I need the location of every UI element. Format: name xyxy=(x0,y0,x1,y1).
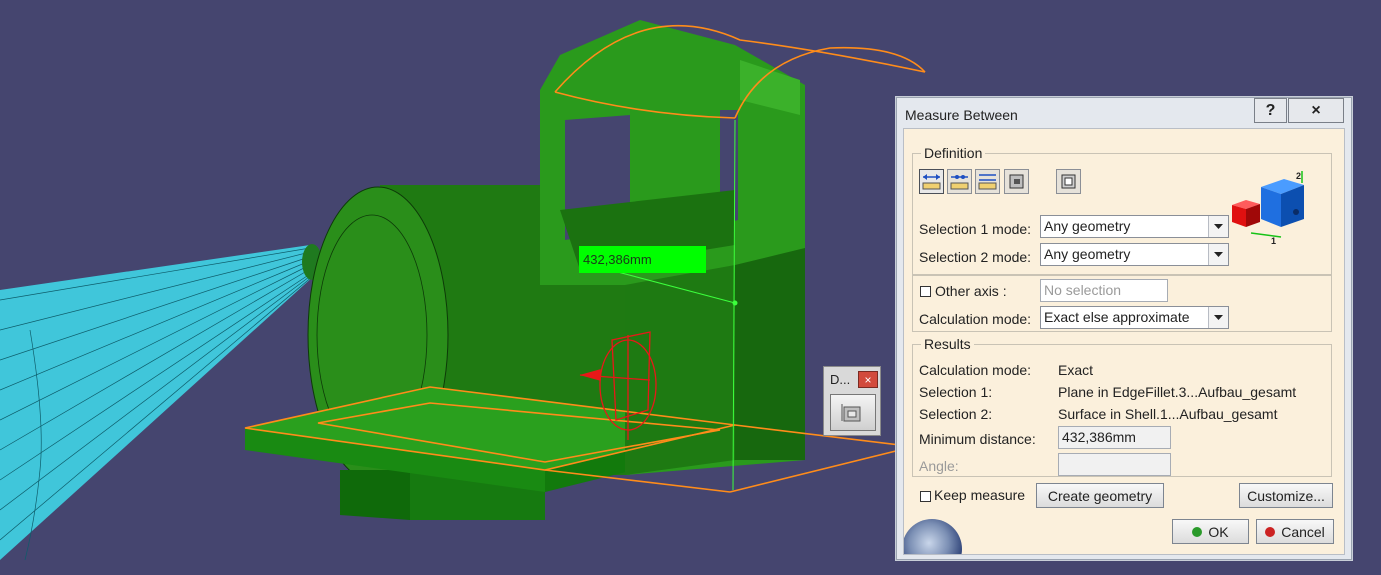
svg-text:2: 2 xyxy=(1296,171,1301,181)
other-axis-checkbox[interactable] xyxy=(920,286,931,297)
measure-tool-icon xyxy=(841,403,861,421)
chevron-down-icon[interactable] xyxy=(1208,216,1228,237)
cancel-label: Cancel xyxy=(1281,523,1325,540)
measure-item-mode-button[interactable] xyxy=(1004,169,1029,194)
measure-between-icon xyxy=(922,174,941,190)
measure-between-dialog[interactable]: Measure Between ? × Definition 2 1 Selec… xyxy=(896,97,1352,560)
measure-tool-button[interactable] xyxy=(830,394,876,431)
minimum-distance-field[interactable]: 432,386mm xyxy=(1058,426,1171,449)
customize-label: Customize... xyxy=(1247,487,1325,504)
measure-thickness-icon xyxy=(1061,174,1076,189)
calculation-mode-select[interactable]: Exact else approximate xyxy=(1040,306,1229,329)
dialog-title: Measure Between xyxy=(905,107,1018,123)
close-button[interactable]: × xyxy=(1288,98,1344,123)
selection1-mode-value: Any geometry xyxy=(1044,218,1131,234)
other-axis-field[interactable]: No selection xyxy=(1040,279,1168,302)
cancel-dot-icon xyxy=(1265,526,1276,537)
chevron-down-icon[interactable] xyxy=(1208,307,1228,328)
close-icon[interactable]: × xyxy=(858,371,878,388)
ok-button[interactable]: OK xyxy=(1172,519,1249,544)
help-button[interactable]: ? xyxy=(1254,98,1287,123)
selection2-mode-label: Selection 2 mode: xyxy=(919,249,1032,265)
other-axis-label: Other axis : xyxy=(935,283,1007,299)
result-selection2-value: Surface in Shell.1...Aufbau_gesamt xyxy=(1058,406,1278,422)
angle-field xyxy=(1058,453,1171,476)
definition-group-label: Definition xyxy=(921,145,986,161)
result-calc-mode-value: Exact xyxy=(1058,362,1094,378)
create-geometry-button[interactable]: Create geometry xyxy=(1036,483,1164,508)
ok-dot-icon xyxy=(1192,526,1203,537)
measure-chain-mode-button[interactable] xyxy=(947,169,972,194)
selection-cubes-icon: 2 1 xyxy=(1232,171,1304,246)
result-selection2-label: Selection 2: xyxy=(919,406,993,422)
results-group-label: Results xyxy=(921,336,974,352)
result-calc-mode-label: Calculation mode: xyxy=(919,362,1032,378)
measure-chain-icon xyxy=(950,175,969,190)
toolbar-title: D... xyxy=(830,372,851,387)
chevron-down-icon[interactable] xyxy=(1208,244,1228,265)
selection2-mode-value: Any geometry xyxy=(1044,246,1131,262)
ok-label: OK xyxy=(1208,523,1229,540)
svg-text:1: 1 xyxy=(1271,236,1276,246)
create-geometry-label: Create geometry xyxy=(1047,487,1153,504)
other-axis-placeholder: No selection xyxy=(1044,282,1122,298)
catia-logo-icon xyxy=(904,519,962,554)
keep-measure-label: Keep measure xyxy=(934,487,1026,503)
minimum-distance-value: 432,386mm xyxy=(1062,429,1136,445)
calculation-mode-value: Exact else approximate xyxy=(1044,309,1190,325)
minimum-distance-label: Minimum distance: xyxy=(919,431,1036,447)
measure-item-icon xyxy=(1009,174,1024,189)
measure-between-mode-button[interactable] xyxy=(919,169,944,194)
keep-measure-checkbox[interactable] xyxy=(920,491,931,502)
cancel-button[interactable]: Cancel xyxy=(1256,519,1334,544)
result-selection1-label: Selection 1: xyxy=(919,384,993,400)
dialog-body: Definition 2 1 Selection 1 mode: Any geo… xyxy=(903,128,1345,555)
calculation-mode-label: Calculation mode: xyxy=(919,311,1032,327)
customize-button[interactable]: Customize... xyxy=(1239,483,1333,508)
angle-label: Angle: xyxy=(919,458,959,474)
measure-fan-mode-button[interactable] xyxy=(975,169,1000,194)
selection1-mode-label: Selection 1 mode: xyxy=(919,221,1032,237)
dialog-titlebar[interactable]: Measure Between ? × xyxy=(897,98,1351,128)
selection2-mode-select[interactable]: Any geometry xyxy=(1040,243,1229,266)
floating-toolbar[interactable]: D... × xyxy=(823,366,881,436)
measure-thickness-mode-button[interactable] xyxy=(1056,169,1081,194)
result-selection1-value: Plane in EdgeFillet.3...Aufbau_gesamt xyxy=(1058,384,1297,400)
dimension-value-label: 432,386mm xyxy=(579,246,706,273)
measure-fan-icon xyxy=(978,174,997,190)
selection1-mode-select[interactable]: Any geometry xyxy=(1040,215,1229,238)
